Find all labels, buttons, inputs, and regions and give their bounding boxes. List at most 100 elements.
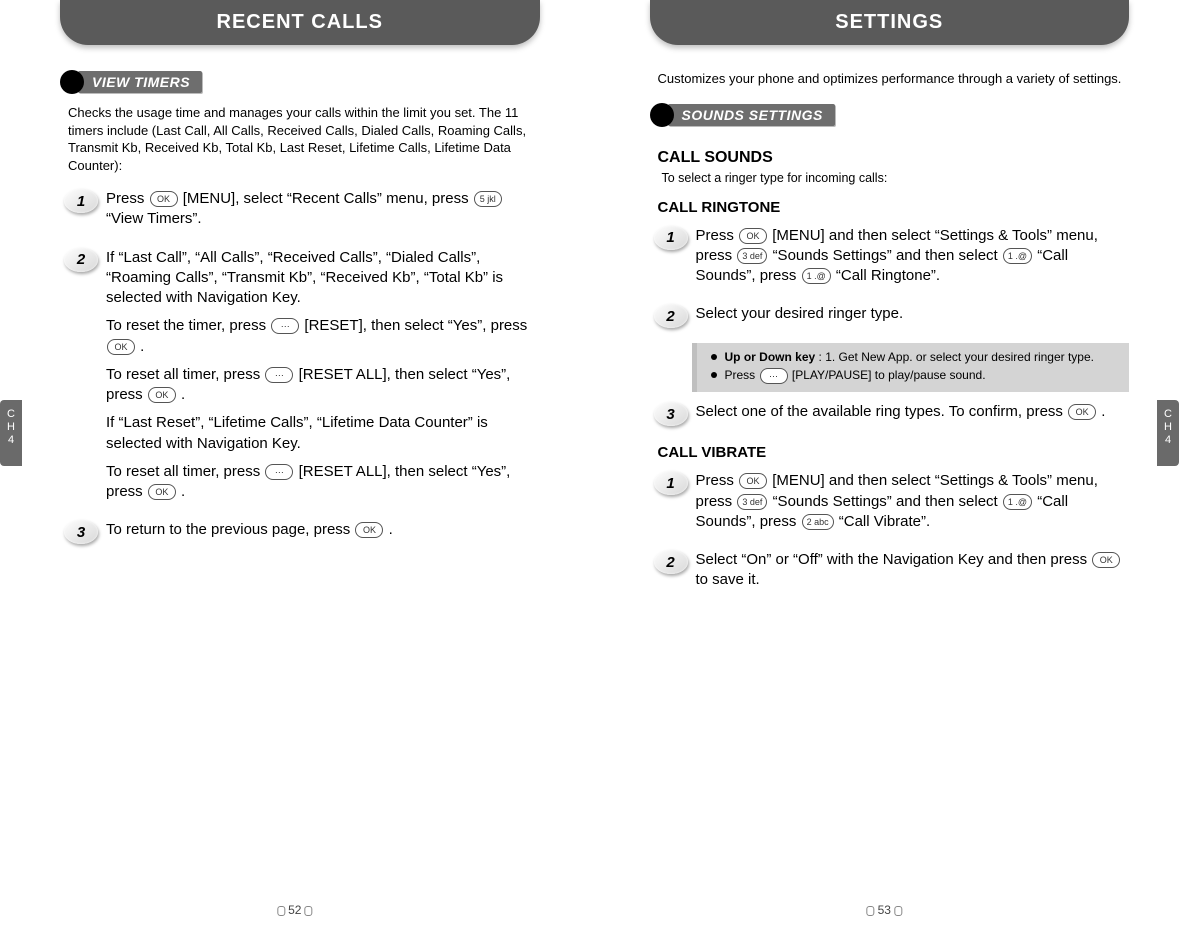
text: To return to the previous page, press	[106, 521, 354, 538]
ok-key-icon: OK	[148, 387, 176, 403]
step-num-2: 2	[64, 248, 98, 272]
step-num-2: 2	[654, 550, 688, 574]
step-badge: 1	[654, 471, 688, 497]
ok-key-icon: OK	[150, 191, 178, 207]
text: To reset all timer, press	[106, 366, 264, 383]
ringtone-step-2: 2 Select your desired ringer type.	[654, 304, 1130, 332]
intro-left: Checks the usage time and manages your c…	[68, 104, 540, 174]
note-rest: : 1. Get New App. or select your desired…	[815, 350, 1094, 364]
text: to save it.	[696, 571, 760, 588]
chapter-tab-left: C H 4	[0, 400, 22, 466]
step-num-1: 1	[64, 189, 98, 213]
note-row: Press ⋯ [PLAY/PAUSE] to play/pause sound…	[711, 367, 1122, 384]
step-body: Press OK [MENU], select “Recent Calls” m…	[106, 189, 540, 238]
text: [RESET], then select “Yes”, press	[304, 317, 527, 334]
heading-call-ringtone: CALL RINGTONE	[658, 199, 1130, 216]
intro-right: Customizes your phone and optimizes perf…	[658, 70, 1130, 88]
bullet-icon	[711, 354, 717, 360]
pill-dot-icon	[650, 103, 674, 127]
step-body: Press OK [MENU] and then select “Setting…	[696, 226, 1130, 295]
bullet-icon	[711, 372, 717, 378]
text: .	[181, 483, 185, 500]
text: .	[389, 521, 393, 538]
ok-key-icon: OK	[739, 228, 767, 244]
ok-key-icon: OK	[355, 522, 383, 538]
text: “Call Vibrate”.	[839, 513, 930, 530]
step-body: If “Last Call”, “All Calls”, “Received C…	[106, 248, 540, 511]
step-2-left: 2 If “Last Call”, “All Calls”, “Received…	[64, 248, 540, 511]
step-num-1: 1	[654, 226, 688, 250]
softkey-icon: ⋯	[760, 368, 788, 384]
text: “Sounds Settings” and then select	[773, 247, 1002, 264]
ringtone-step-3: 3 Select one of the available ring types…	[654, 402, 1130, 430]
key-3-icon: 3 def	[737, 494, 767, 510]
text: .	[140, 338, 144, 355]
step-num-1: 1	[654, 471, 688, 495]
section-pill-view-timers: VIEW TIMERS	[60, 70, 202, 94]
step-body: To return to the previous page, press OK…	[106, 520, 540, 548]
heading-call-vibrate: CALL VIBRATE	[658, 444, 1130, 461]
section-pill-sounds: SOUNDS SETTINGS	[650, 103, 835, 127]
step-1-left: 1 Press OK [MENU], select “Recent Calls”…	[64, 189, 540, 238]
text: [MENU], select “Recent Calls” menu, pres…	[183, 190, 473, 207]
step-badge: 1	[654, 226, 688, 252]
softkey-icon: ⋯	[265, 464, 293, 480]
caption-call-sounds: To select a ringer type for incoming cal…	[662, 171, 1130, 185]
text: “View Timers”.	[106, 210, 202, 227]
step-badge: 2	[654, 550, 688, 576]
step-badge: 3	[64, 520, 98, 546]
page-title-right: SETTINGS	[650, 0, 1130, 45]
heading-call-sounds: CALL SOUNDS	[658, 149, 1130, 167]
step-num-2: 2	[654, 304, 688, 328]
softkey-icon: ⋯	[271, 318, 299, 334]
text: Press	[696, 472, 739, 489]
text: If “Last Reset”, “Lifetime Calls”, “Life…	[106, 413, 540, 454]
page-number-left: 52	[274, 903, 315, 917]
step-badge: 3	[654, 402, 688, 428]
text: Select one of the available ring types. …	[696, 403, 1068, 420]
text: To reset all timer, press	[106, 463, 264, 480]
ringtone-step-1: 1 Press OK [MENU] and then select “Setti…	[654, 226, 1130, 295]
text: Select “On” or “Off” with the Navigation…	[696, 551, 1092, 568]
step-badge: 1	[64, 189, 98, 215]
page-right: SETTINGS Customizes your phone and optim…	[590, 0, 1179, 935]
text: “Sounds Settings” and then select	[773, 493, 1002, 510]
title-text: SETTINGS	[835, 11, 943, 34]
page-number-right: 53	[864, 903, 905, 917]
note-label: Up or Down key	[725, 350, 816, 364]
vibrate-step-1: 1 Press OK [MENU] and then select “Setti…	[654, 471, 1130, 540]
step-body: Select your desired ringer type.	[696, 304, 1130, 332]
text: .	[1101, 403, 1105, 420]
key-1-icon: 1 .@	[1003, 494, 1032, 510]
step-badge: 2	[64, 248, 98, 274]
pill-dot-icon	[60, 70, 84, 94]
page-left: RECENT CALLS VIEW TIMERS Checks the usag…	[0, 0, 590, 935]
note-row: Up or Down key : 1. Get New App. or sele…	[711, 349, 1122, 366]
key-2-icon: 2 abc	[802, 514, 834, 530]
pill-label: VIEW TIMERS	[78, 71, 202, 93]
title-text: RECENT CALLS	[217, 11, 383, 34]
text: Press	[725, 368, 759, 382]
step-num-3: 3	[654, 402, 688, 426]
pill-label: SOUNDS SETTINGS	[668, 104, 835, 126]
key-1-icon: 1 .@	[802, 268, 831, 284]
step-badge: 2	[654, 304, 688, 330]
step-body: Select one of the available ring types. …	[696, 402, 1130, 430]
text: “Call Ringtone”.	[836, 267, 940, 284]
note-text: Up or Down key : 1. Get New App. or sele…	[725, 349, 1122, 366]
step-num-3: 3	[64, 520, 98, 544]
text: If “Last Call”, “All Calls”, “Received C…	[106, 248, 540, 309]
note-text: Press ⋯ [PLAY/PAUSE] to play/pause sound…	[725, 367, 1122, 384]
chapter-tab-right: C H 4	[1157, 400, 1179, 466]
ok-key-icon: OK	[107, 339, 135, 355]
text: Press	[696, 227, 739, 244]
vibrate-step-2: 2 Select “On” or “Off” with the Navigati…	[654, 550, 1130, 599]
step-body: Select “On” or “Off” with the Navigation…	[696, 550, 1130, 599]
text: [PLAY/PAUSE] to play/pause sound.	[792, 368, 986, 382]
page-title-left: RECENT CALLS	[60, 0, 540, 45]
key-3-icon: 3 def	[737, 248, 767, 264]
key-5-icon: 5 jkl	[474, 191, 502, 207]
step-body: Press OK [MENU] and then select “Setting…	[696, 471, 1130, 540]
key-1-icon: 1 .@	[1003, 248, 1032, 264]
ok-key-icon: OK	[739, 473, 767, 489]
